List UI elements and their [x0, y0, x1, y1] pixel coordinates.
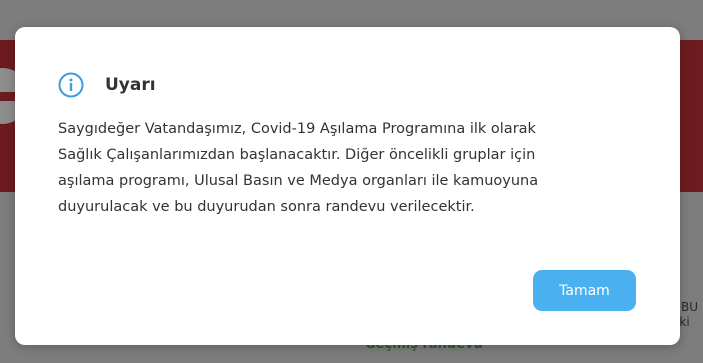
- dialog-header: Uyarı: [58, 72, 156, 98]
- info-icon: [58, 72, 84, 98]
- dialog-message-line: Sağlık Çalışanlarımızdan başlanacaktır. …: [58, 147, 536, 163]
- dialog-title: Uyarı: [105, 75, 156, 95]
- dialog-message-line: duyurulacak ve bu duyurudan sonra randev…: [58, 199, 475, 215]
- dialog-message: Saygıdeğer Vatandaşımız, Covid-19 Aşılam…: [58, 116, 658, 220]
- warning-dialog: Uyarı Saygıdeğer Vatandaşımız, Covid-19 …: [15, 27, 680, 345]
- ok-button[interactable]: Tamam: [533, 270, 636, 311]
- dialog-message-line: aşılama programı, Ulusal Basın ve Medya …: [58, 173, 539, 189]
- dialog-message-line: Saygıdeğer Vatandaşımız, Covid-19 Aşılam…: [58, 121, 536, 137]
